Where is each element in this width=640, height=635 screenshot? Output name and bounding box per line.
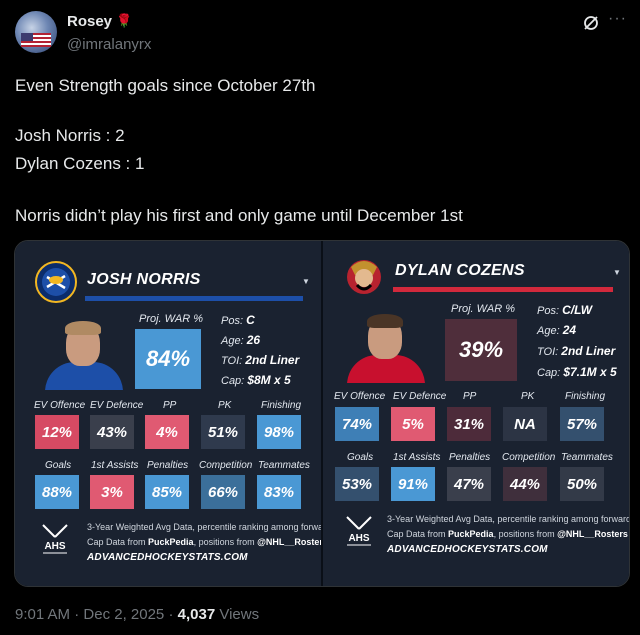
stat-value: 74% bbox=[335, 407, 379, 441]
stat-value: 43% bbox=[90, 415, 134, 449]
stat-value: 5% bbox=[391, 407, 435, 441]
stat-label: PP bbox=[163, 400, 177, 411]
stat-value: 51% bbox=[201, 415, 245, 449]
cap-label: Cap: $7.1M x 5 bbox=[537, 365, 617, 379]
team-color-bar bbox=[85, 296, 303, 301]
war-value: 84% bbox=[135, 329, 201, 389]
pos-label: Pos: C bbox=[221, 313, 255, 327]
tweet-date[interactable]: Dec 2, 2025 bbox=[83, 606, 164, 623]
grok-icon[interactable] bbox=[582, 14, 600, 32]
player-name: DYLAN COZENS bbox=[395, 262, 525, 279]
stat-value: 31% bbox=[447, 407, 491, 441]
stat-label: Competition bbox=[502, 452, 556, 463]
stat-label: 1st Assists bbox=[393, 452, 441, 463]
cap-value: $8M x 5 bbox=[247, 373, 291, 387]
footer-url: ADVANCEDHOCKEYSTATS.COM bbox=[87, 552, 248, 563]
player-card-norris: JOSH NORRIS ▼ Proj. WAR % 84% Pos: C Age… bbox=[15, 241, 335, 586]
age-value: 26 bbox=[246, 333, 261, 347]
stat-value: 47% bbox=[447, 467, 491, 501]
stat-value: 4% bbox=[145, 415, 189, 449]
stat-label: EV Defence bbox=[90, 400, 144, 411]
toi-label: TOI: 2nd Liner bbox=[537, 344, 616, 358]
ahs-logo-icon: AHS bbox=[42, 524, 68, 554]
stat-value: 83% bbox=[257, 475, 301, 509]
stat-value: 57% bbox=[560, 407, 604, 441]
stat-value: 66% bbox=[201, 475, 245, 509]
tweet-text-line: Dylan Cozens : 1 bbox=[15, 154, 145, 173]
avatar[interactable] bbox=[15, 11, 57, 53]
chevron-down-icon[interactable]: ▼ bbox=[302, 277, 310, 286]
chevron-down-icon[interactable]: ▼ bbox=[613, 268, 621, 277]
stat-label: EV Offence bbox=[334, 391, 386, 402]
player-headshot bbox=[45, 318, 123, 390]
stat-label: PP bbox=[463, 391, 477, 402]
stat-label: Goals bbox=[347, 452, 374, 463]
svg-text:AHS: AHS bbox=[44, 541, 65, 552]
stat-value: 53% bbox=[335, 467, 379, 501]
user-handle[interactable]: @imralanyrx bbox=[67, 36, 151, 53]
stat-label: Teammates bbox=[258, 460, 310, 471]
age-label: Age: 26 bbox=[221, 333, 261, 347]
sabres-logo-icon bbox=[35, 261, 77, 303]
stat-label: EV Defence bbox=[393, 391, 447, 402]
stat-label: PK bbox=[218, 400, 232, 411]
pos-label: Pos: C/LW bbox=[537, 303, 593, 317]
toi-value: 2nd Liner bbox=[561, 344, 616, 358]
more-options-icon[interactable]: ··· bbox=[608, 10, 627, 28]
stat-label: Finishing bbox=[261, 400, 302, 411]
tweet-meta: 9:01 AM · Dec 2, 2025 · 4,037 Views bbox=[15, 606, 260, 623]
tweet-text-line: Even Strength goals since October 27th bbox=[15, 76, 316, 95]
cap-label: Cap: $8M x 5 bbox=[221, 373, 291, 387]
cap-value: $7.1M x 5 bbox=[563, 365, 617, 379]
tweet-time[interactable]: 9:01 AM bbox=[15, 606, 70, 623]
stat-value: 12% bbox=[35, 415, 79, 449]
war-label: Proj. WAR % bbox=[139, 313, 203, 325]
player-card-cozens: DYLAN COZENS ▼ Proj. WAR % 39% Pos: C/LW… bbox=[323, 241, 630, 586]
stat-value: NA bbox=[503, 407, 547, 441]
display-name[interactable]: Rosey bbox=[67, 13, 112, 30]
footer-source: Cap Data from PuckPedia, positions from … bbox=[387, 529, 628, 539]
war-value: 39% bbox=[445, 319, 517, 381]
stat-value: 3% bbox=[90, 475, 134, 509]
stat-value: 88% bbox=[35, 475, 79, 509]
rose-icon: 🌹 bbox=[116, 13, 133, 28]
footer-source: Cap Data from PuckPedia, positions from … bbox=[87, 537, 328, 547]
stat-value: 44% bbox=[503, 467, 547, 501]
views-label: Views bbox=[219, 606, 260, 623]
stat-label: PK bbox=[521, 391, 535, 402]
tweet-image[interactable]: JOSH NORRIS ▼ Proj. WAR % 84% Pos: C Age… bbox=[14, 240, 630, 587]
footer-url: ADVANCEDHOCKEYSTATS.COM bbox=[387, 544, 548, 555]
stat-label: Goals bbox=[45, 460, 72, 471]
stat-label: Penalties bbox=[147, 460, 189, 471]
pos-value: C bbox=[246, 313, 255, 327]
ahs-logo-icon: AHS bbox=[346, 516, 372, 546]
views-count: 4,037 bbox=[177, 606, 216, 623]
toi-label: TOI: 2nd Liner bbox=[221, 353, 300, 367]
team-color-bar bbox=[393, 287, 613, 292]
stat-value: 50% bbox=[560, 467, 604, 501]
senators-logo-icon bbox=[347, 260, 381, 294]
stat-label: 1st Assists bbox=[91, 460, 139, 471]
stat-value: 98% bbox=[257, 415, 301, 449]
footer-note: 3-Year Weighted Avg Data, percentile ran… bbox=[387, 514, 630, 524]
age-label: Age: 24 bbox=[537, 323, 577, 337]
tweet-text-line: Josh Norris : 2 bbox=[15, 126, 125, 145]
player-name: JOSH NORRIS bbox=[87, 271, 201, 288]
footer-note: 3-Year Weighted Avg Data, percentile ran… bbox=[87, 522, 336, 532]
pos-value: C/LW bbox=[562, 303, 593, 317]
toi-value: 2nd Liner bbox=[245, 353, 300, 367]
stat-label: Finishing bbox=[565, 391, 606, 402]
stat-label: Penalties bbox=[449, 452, 491, 463]
stat-label: EV Offence bbox=[34, 400, 86, 411]
tweet-text-line: Norris didn’t play his first and only ga… bbox=[15, 206, 463, 225]
stat-value: 85% bbox=[145, 475, 189, 509]
svg-text:AHS: AHS bbox=[348, 533, 369, 544]
stat-label: Teammates bbox=[561, 452, 613, 463]
tweet: Rosey 🌹 @imralanyrx ··· Even Strength go… bbox=[0, 0, 640, 635]
stat-label: Competition bbox=[199, 460, 253, 471]
player-headshot bbox=[347, 311, 425, 383]
stat-value: 91% bbox=[391, 467, 435, 501]
war-label: Proj. WAR % bbox=[451, 303, 515, 315]
age-value: 24 bbox=[562, 323, 577, 337]
